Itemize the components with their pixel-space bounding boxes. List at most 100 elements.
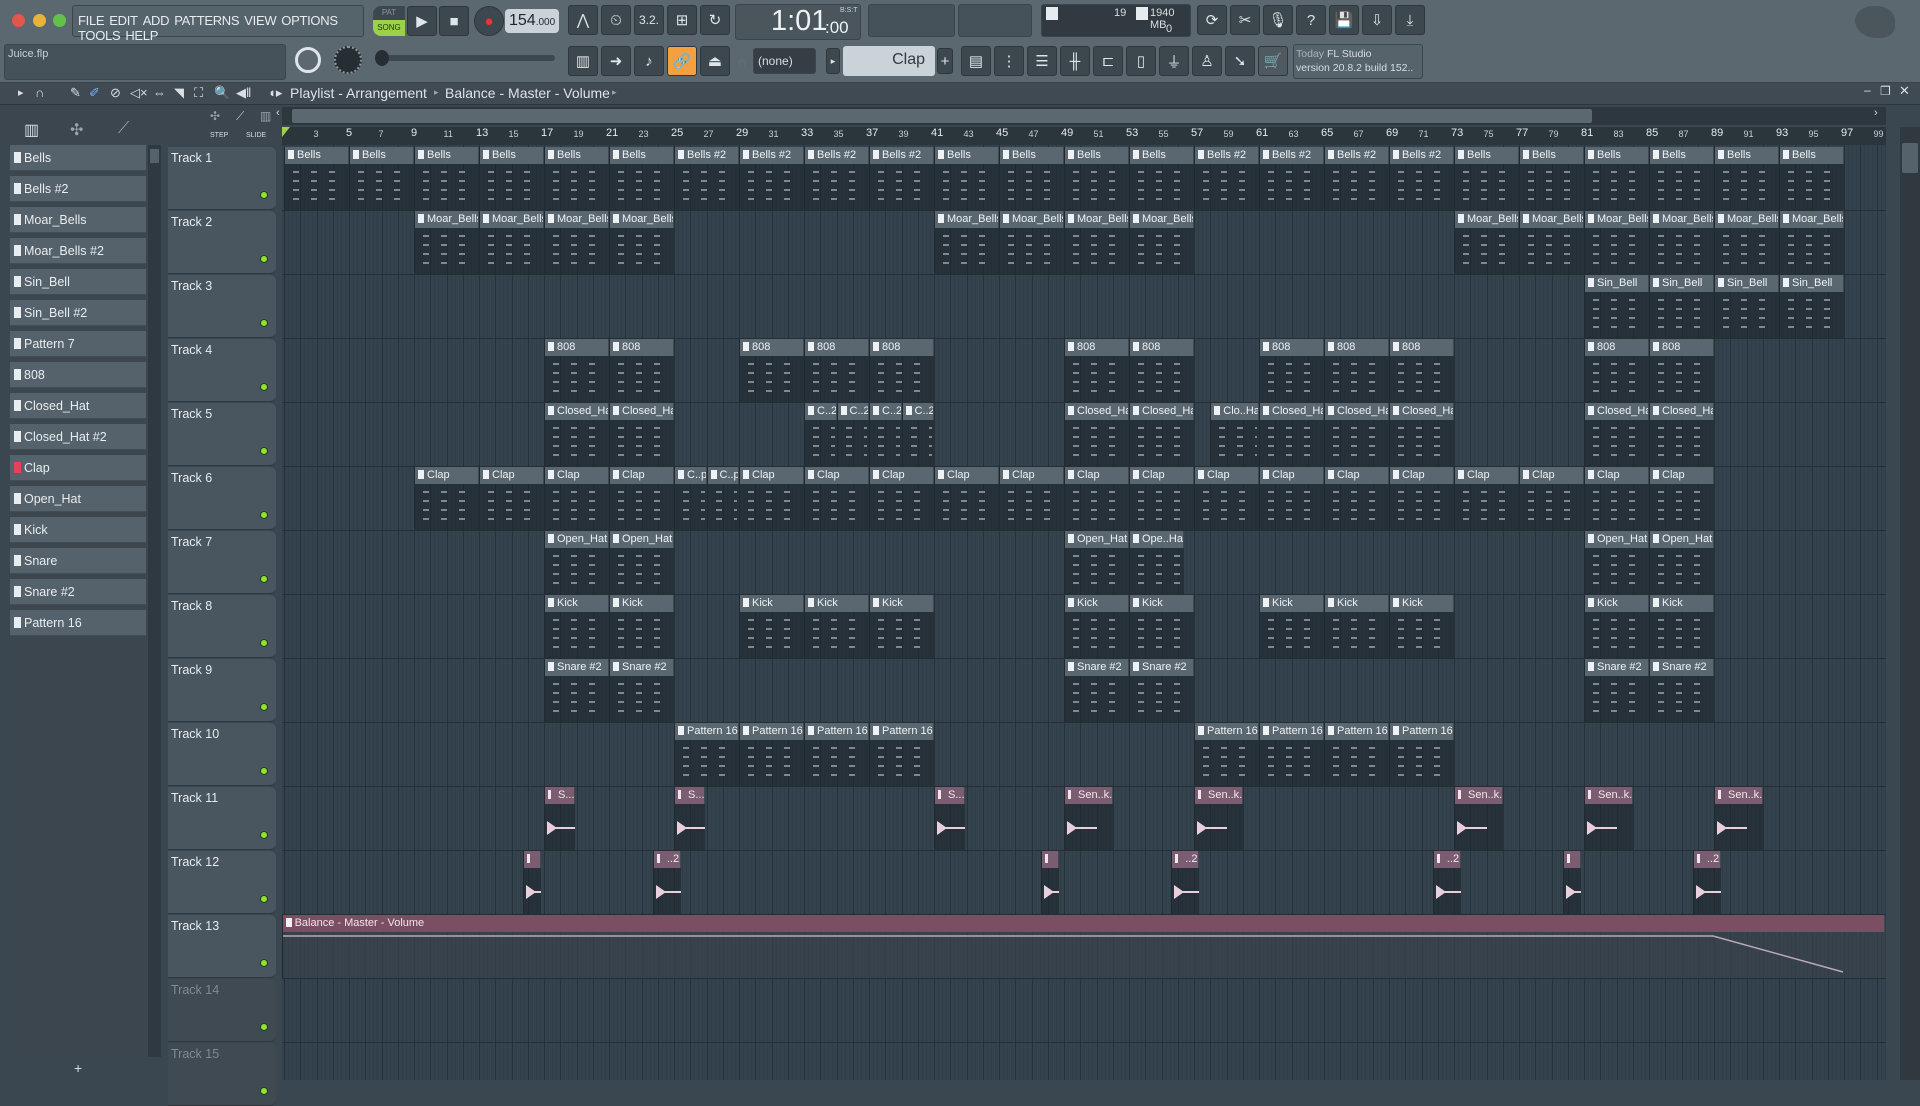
clip-header[interactable]: 808 [610, 339, 674, 356]
clip-header[interactable]: 808 [1065, 339, 1129, 356]
clip-header[interactable]: Clap [1065, 467, 1129, 484]
pattern-clip[interactable]: Kick [1649, 595, 1714, 658]
pattern-clip[interactable]: Bells [1519, 147, 1584, 210]
undo-history-icon[interactable]: ⟳ [1197, 5, 1227, 35]
wait-for-input-icon[interactable]: ⏲ [601, 5, 631, 35]
pattern-clip[interactable]: Moar_Bells [479, 211, 544, 274]
pattern-picker-scrollbar[interactable] [148, 145, 161, 1057]
piano-roll-icon[interactable]: ▥ [568, 46, 598, 76]
pattern-clip[interactable]: C..p [706, 467, 739, 530]
plugin-icon[interactable]: ⏚ [1159, 46, 1189, 76]
pattern-clip[interactable]: Closed_Hat [1129, 403, 1194, 466]
clip-header[interactable]: Closed_Hat [1325, 403, 1389, 420]
track-header[interactable]: Track 13 [168, 915, 276, 978]
pattern-clip[interactable]: Bells [1129, 147, 1194, 210]
track-header[interactable]: Track 1 [168, 147, 276, 210]
pat-mode-label[interactable]: PAT [373, 6, 405, 20]
clip-header[interactable]: Clap [1130, 467, 1194, 484]
pattern-clip[interactable]: 808 [1259, 339, 1324, 402]
clip-header[interactable]: C..2 [837, 403, 869, 420]
pattern-item[interactable]: 808 [10, 362, 146, 388]
track-mute-led[interactable] [260, 831, 268, 839]
pattern-clip[interactable]: Open_Hat [1584, 531, 1649, 594]
clip-header[interactable]: Snare #2 [545, 659, 609, 676]
clip-header[interactable]: Pattern 16 [870, 723, 934, 740]
audio-clip[interactable]: ..2 [1432, 851, 1461, 914]
menu-tools[interactable]: TOOLS [78, 28, 121, 43]
track-header[interactable]: Track 12 [168, 851, 276, 914]
clip-header[interactable]: Sen..k... [1195, 787, 1243, 804]
clip-header[interactable]: Clo..Hat [1211, 403, 1259, 420]
clip-header[interactable]: Snare #2 [610, 659, 674, 676]
menu-file[interactable]: FILE [78, 13, 105, 28]
pattern-clip[interactable]: C..2 [804, 403, 837, 466]
pattern-clip[interactable]: Kick [739, 595, 804, 658]
arrow-tool-icon[interactable]: ➜ [601, 46, 631, 76]
browser-icon[interactable]: ⊏ [1093, 46, 1123, 76]
audio-clip[interactable]: ..2 [652, 851, 681, 914]
pattern-clip[interactable]: 808 [1584, 339, 1649, 402]
clip-header[interactable]: Clap [870, 467, 934, 484]
pattern-clip[interactable]: Moar_Bells [414, 211, 479, 274]
pattern-clip[interactable]: C..2 [869, 403, 902, 466]
pattern-clip[interactable]: Clap [869, 467, 934, 530]
pattern-clip[interactable]: Kick [1064, 595, 1129, 658]
clip-header[interactable]: Closed_Hat [610, 403, 674, 420]
clip-header[interactable]: Clap [480, 467, 544, 484]
track-mute-led[interactable] [260, 511, 268, 519]
audio-clip[interactable] [1041, 851, 1060, 914]
pattern-item[interactable]: Snare #2 [10, 579, 146, 605]
track-mute-led[interactable] [260, 191, 268, 199]
pattern-clip[interactable]: Closed_Hat [1064, 403, 1129, 466]
clip-header[interactable]: ..2 [1433, 851, 1461, 868]
playlist-menu-arrow[interactable]: ▸ [18, 86, 24, 99]
clip-header[interactable]: Kick [740, 595, 804, 612]
clip-header[interactable]: C..2 [805, 403, 837, 420]
pattern-clip[interactable]: Kick [544, 595, 609, 658]
draw-tool-icon[interactable]: ✎ [70, 85, 81, 101]
pattern-clip[interactable]: Kick [609, 595, 674, 658]
clip-header[interactable]: Clap [1195, 467, 1259, 484]
pattern-clip[interactable]: Ope..Hat [1129, 531, 1185, 594]
audio-clip[interactable]: Sen..k... [1064, 787, 1113, 850]
clip-header[interactable]: S.... [675, 787, 705, 804]
clip-header[interactable]: Sin_Bell [1650, 275, 1714, 292]
track-header[interactable]: Track 15 [168, 1043, 276, 1106]
clip-header[interactable]: Moar_Bells [610, 211, 674, 228]
clip-header[interactable]: Sen..k... [1455, 787, 1503, 804]
clip-header[interactable]: Closed_Hat [545, 403, 609, 420]
clip-header[interactable]: Kick [1130, 595, 1194, 612]
clip-header[interactable]: Kick [610, 595, 674, 612]
audio-clip[interactable]: Sen..k... [1584, 787, 1633, 850]
step-sequencer-icon[interactable]: ⋮ [994, 46, 1024, 76]
pattern-item[interactable]: Moar_Bells [10, 207, 146, 233]
pattern-clip[interactable]: Clap [544, 467, 609, 530]
track-mute-led[interactable] [260, 255, 268, 263]
track-mute-led[interactable] [260, 639, 268, 647]
pattern-clip[interactable]: Bells [479, 147, 544, 210]
pattern-clip[interactable]: Bells [414, 147, 479, 210]
track-header[interactable]: Track 4 [168, 339, 276, 402]
pattern-clip[interactable]: Bells #2 [1324, 147, 1389, 210]
clip-header[interactable]: Bells [1000, 147, 1064, 164]
pattern-clip[interactable]: C..2 [901, 403, 934, 466]
pattern-item[interactable]: Pattern 7 [10, 331, 146, 357]
shop-icon[interactable]: 🛒 [1258, 46, 1288, 76]
microphone-icon[interactable]: 🎙 [1263, 5, 1293, 35]
track-header[interactable]: Track 7 [168, 531, 276, 594]
pattern-clip[interactable]: Snare #2 [544, 659, 609, 722]
save-render-icon[interactable]: ⇩ [1362, 5, 1392, 35]
pattern-clip[interactable]: Moar_Bells [1779, 211, 1844, 274]
pattern-clip[interactable]: Bells [284, 147, 349, 210]
pattern-clip[interactable]: 808 [609, 339, 674, 402]
help-icon[interactable]: ? [1296, 5, 1326, 35]
audio-clip[interactable]: Sen..k... [1194, 787, 1243, 850]
pattern-clip[interactable]: Sin_Bell [1584, 275, 1649, 338]
clip-header[interactable]: 808 [1130, 339, 1194, 356]
clip-header[interactable]: Clap [610, 467, 674, 484]
clip-header[interactable]: Moar_Bells [1130, 211, 1194, 228]
clip-header[interactable]: Open_Hat [545, 531, 609, 548]
scroll-right-icon[interactable]: › [1874, 107, 1878, 119]
clip-header[interactable]: C..2 [870, 403, 902, 420]
pattern-clip[interactable]: 808 [739, 339, 804, 402]
